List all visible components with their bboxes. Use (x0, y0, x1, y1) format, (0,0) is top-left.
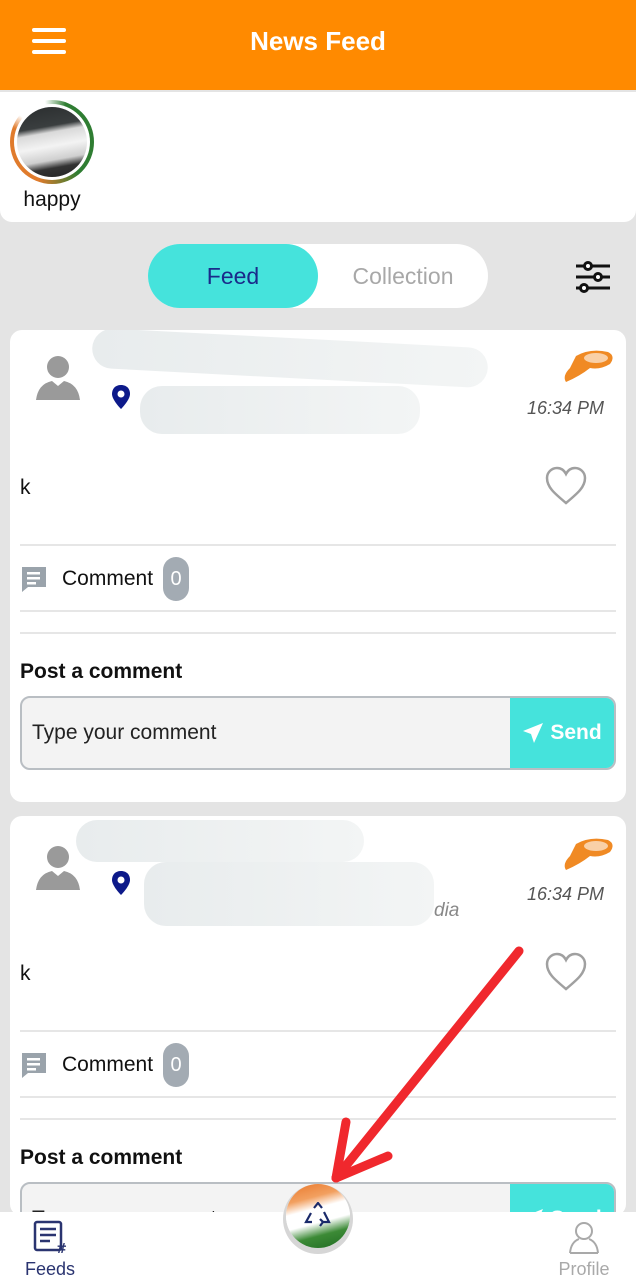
app-bar: News Feed (0, 0, 636, 90)
story-thumbnail (17, 107, 87, 177)
post-text: k (20, 962, 31, 985)
comment-form: Send (20, 696, 616, 770)
redacted-author-name (76, 820, 364, 862)
comment-count-badge: 0 (163, 1043, 190, 1087)
divider (20, 1030, 616, 1032)
sliders-icon[interactable] (574, 260, 612, 294)
post-timestamp: 16:34 PM (526, 398, 604, 418)
send-button[interactable]: Send (510, 698, 614, 768)
post-card: dia 16:34 PM k Comment 0 Post a comment … (10, 816, 626, 1216)
divider (20, 632, 616, 634)
divider (20, 544, 616, 546)
nav-profile-label: Profile (558, 1259, 610, 1279)
story-item[interactable]: happy (8, 100, 96, 212)
comment-input[interactable] (22, 698, 512, 768)
comment-button[interactable]: Comment 0 (20, 554, 190, 604)
center-recycle-button[interactable] (286, 1184, 350, 1248)
comment-label: Comment (62, 567, 154, 590)
cap-badge-icon (560, 834, 616, 874)
feeds-icon: # (33, 1220, 67, 1257)
post-timestamp: 16:34 PM (526, 884, 604, 904)
nav-feeds[interactable]: # Feeds (10, 1220, 90, 1280)
redacted-location (144, 862, 434, 926)
tab-feed[interactable]: Feed (148, 244, 318, 308)
page-title: News Feed (250, 26, 386, 56)
user-avatar-icon[interactable] (32, 350, 84, 402)
send-button[interactable]: Send (510, 1184, 614, 1216)
stories-strip: happy (0, 92, 636, 222)
nav-profile[interactable]: Profile (544, 1220, 624, 1280)
recycle-icon (304, 1202, 331, 1227)
comment-label: Comment (62, 1053, 154, 1076)
send-icon (523, 723, 544, 743)
divider (20, 1096, 616, 1098)
svg-text:#: # (56, 1242, 67, 1254)
divider (20, 610, 616, 612)
divider (20, 1118, 616, 1120)
post-text: k (20, 476, 31, 499)
post-card: 16:34 PM k Comment 0 Post a comment Send (10, 330, 626, 802)
cap-badge-icon (560, 346, 616, 386)
story-label: happy (23, 188, 81, 211)
location-suffix: dia (434, 900, 460, 921)
comment-icon (22, 1053, 46, 1078)
tab-collection[interactable]: Collection (318, 244, 488, 308)
nav-feeds-label: Feeds (24, 1259, 76, 1279)
redacted-author-name (91, 330, 489, 389)
feed-collection-toggle: Feed Collection (148, 244, 488, 308)
post-comment-label: Post a comment (20, 660, 183, 683)
story-ring (10, 100, 94, 184)
comment-count-badge: 0 (163, 557, 190, 601)
redacted-location (140, 386, 420, 434)
post-comment-label: Post a comment (20, 1146, 183, 1169)
location-pin-icon (110, 384, 132, 410)
comment-icon (22, 567, 46, 592)
send-label: Send (550, 721, 602, 744)
profile-icon (569, 1222, 599, 1254)
heart-icon[interactable] (544, 952, 588, 992)
comment-button[interactable]: Comment 0 (20, 1040, 190, 1090)
heart-icon[interactable] (544, 466, 588, 506)
location-pin-icon (110, 870, 132, 896)
